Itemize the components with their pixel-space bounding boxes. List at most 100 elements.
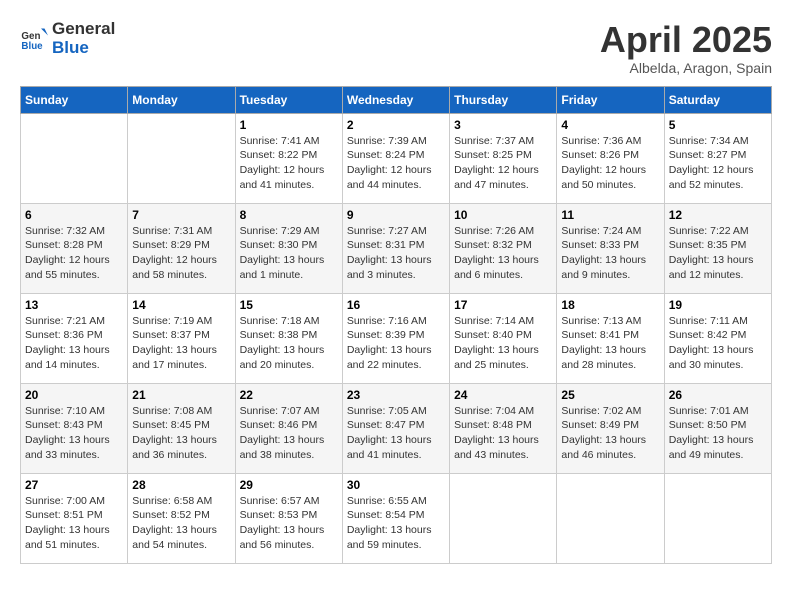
day-content: Sunrise: 7:24 AM Sunset: 8:33 PM Dayligh… <box>561 224 659 283</box>
day-number: 9 <box>347 208 445 222</box>
header-monday: Monday <box>128 86 235 113</box>
table-cell <box>21 113 128 203</box>
header-sunday: Sunday <box>21 86 128 113</box>
table-cell: 25Sunrise: 7:02 AM Sunset: 8:49 PM Dayli… <box>557 383 664 473</box>
table-cell: 13 Sunrise: 7:21 AM Sunset: 8:36 PM Dayli… <box>21 293 128 383</box>
svg-text:Blue: Blue <box>21 40 43 51</box>
week-row-4: 20 Sunrise: 7:10 AM Sunset: 8:43 PM Dayli… <box>21 383 772 473</box>
table-cell: 7 Sunrise: 7:31 AM Sunset: 8:29 PM Daylig… <box>128 203 235 293</box>
table-cell: 6Sunrise: 7:32 AM Sunset: 8:28 PM Daylig… <box>21 203 128 293</box>
day-number: 27 <box>25 478 123 492</box>
table-cell <box>450 473 557 563</box>
day-number: 18 <box>561 298 659 312</box>
day-content: Sunrise: 7:27 AM Sunset: 8:31 PM Dayligh… <box>347 224 445 283</box>
day-number: 12 <box>669 208 767 222</box>
logo-general: General <box>52 20 115 39</box>
day-content: Sunrise: 7:08 AM Sunset: 8:45 PM Dayligh… <box>132 404 230 463</box>
header-row: SundayMondayTuesdayWednesdayThursdayFrid… <box>21 86 772 113</box>
header-wednesday: Wednesday <box>342 86 449 113</box>
table-cell: 24 Sunrise: 7:04 AM Sunset: 8:48 PM Dayli… <box>450 383 557 473</box>
day-number: 24 <box>454 388 552 402</box>
day-number: 26 <box>669 388 767 402</box>
table-cell <box>128 113 235 203</box>
day-content: Sunrise: 7:34 AM Sunset: 8:27 PM Dayligh… <box>669 134 767 193</box>
day-number: 14 <box>132 298 230 312</box>
day-number: 21 <box>132 388 230 402</box>
day-content: Sunrise: 6:58 AM Sunset: 8:52 PM Dayligh… <box>132 494 230 553</box>
week-row-3: 13 Sunrise: 7:21 AM Sunset: 8:36 PM Dayli… <box>21 293 772 383</box>
day-number: 10 <box>454 208 552 222</box>
day-number: 5 <box>669 118 767 132</box>
day-number: 23 <box>347 388 445 402</box>
day-content: Sunrise: 7:10 AM Sunset: 8:43 PM Dayligh… <box>25 404 123 463</box>
day-number: 29 <box>240 478 338 492</box>
table-cell: 18 Sunrise: 7:13 AM Sunset: 8:41 PM Dayli… <box>557 293 664 383</box>
logo: Gen Blue General Blue <box>20 20 115 57</box>
day-content: Sunrise: 7:11 AM Sunset: 8:42 PM Dayligh… <box>669 314 767 373</box>
table-cell: 20 Sunrise: 7:10 AM Sunset: 8:43 PM Dayli… <box>21 383 128 473</box>
day-number: 20 <box>25 388 123 402</box>
day-number: 19 <box>669 298 767 312</box>
day-number: 6 <box>25 208 123 222</box>
table-cell: 21 Sunrise: 7:08 AM Sunset: 8:45 PM Dayli… <box>128 383 235 473</box>
table-cell: 4 Sunrise: 7:36 AM Sunset: 8:26 PM Daylig… <box>557 113 664 203</box>
header-tuesday: Tuesday <box>235 86 342 113</box>
table-cell: 19 Sunrise: 7:11 AM Sunset: 8:42 PM Dayli… <box>664 293 771 383</box>
day-content: Sunrise: 7:05 AM Sunset: 8:47 PM Dayligh… <box>347 404 445 463</box>
table-cell: 3 Sunrise: 7:37 AM Sunset: 8:25 PM Daylig… <box>450 113 557 203</box>
day-number: 7 <box>132 208 230 222</box>
day-number: 1 <box>240 118 338 132</box>
table-cell: 27 Sunrise: 7:00 AM Sunset: 8:51 PM Dayli… <box>21 473 128 563</box>
title-area: April 2025 Albelda, Aragon, Spain <box>600 20 772 76</box>
table-cell <box>664 473 771 563</box>
week-row-5: 27 Sunrise: 7:00 AM Sunset: 8:51 PM Dayli… <box>21 473 772 563</box>
week-row-2: 6Sunrise: 7:32 AM Sunset: 8:28 PM Daylig… <box>21 203 772 293</box>
day-content: Sunrise: 7:13 AM Sunset: 8:41 PM Dayligh… <box>561 314 659 373</box>
calendar-table: SundayMondayTuesdayWednesdayThursdayFrid… <box>20 86 772 564</box>
calendar-subtitle: Albelda, Aragon, Spain <box>600 60 772 76</box>
week-row-1: 1 Sunrise: 7:41 AM Sunset: 8:22 PM Daylig… <box>21 113 772 203</box>
day-number: 11 <box>561 208 659 222</box>
table-cell: 9 Sunrise: 7:27 AM Sunset: 8:31 PM Daylig… <box>342 203 449 293</box>
day-content: Sunrise: 6:57 AM Sunset: 8:53 PM Dayligh… <box>240 494 338 553</box>
day-number: 3 <box>454 118 552 132</box>
day-number: 25 <box>561 388 659 402</box>
day-content: Sunrise: 7:39 AM Sunset: 8:24 PM Dayligh… <box>347 134 445 193</box>
table-cell: 15Sunrise: 7:18 AM Sunset: 8:38 PM Dayli… <box>235 293 342 383</box>
table-cell <box>557 473 664 563</box>
table-cell: 30Sunrise: 6:55 AM Sunset: 8:54 PM Dayli… <box>342 473 449 563</box>
table-cell: 11 Sunrise: 7:24 AM Sunset: 8:33 PM Dayli… <box>557 203 664 293</box>
table-cell: 2 Sunrise: 7:39 AM Sunset: 8:24 PM Daylig… <box>342 113 449 203</box>
logo-icon: Gen Blue <box>20 25 48 53</box>
day-number: 2 <box>347 118 445 132</box>
day-number: 22 <box>240 388 338 402</box>
day-content: Sunrise: 7:04 AM Sunset: 8:48 PM Dayligh… <box>454 404 552 463</box>
day-content: Sunrise: 7:21 AM Sunset: 8:36 PM Dayligh… <box>25 314 123 373</box>
day-content: Sunrise: 7:41 AM Sunset: 8:22 PM Dayligh… <box>240 134 338 193</box>
day-content: Sunrise: 7:19 AM Sunset: 8:37 PM Dayligh… <box>132 314 230 373</box>
day-content: Sunrise: 7:18 AM Sunset: 8:38 PM Dayligh… <box>240 314 338 373</box>
day-content: Sunrise: 7:29 AM Sunset: 8:30 PM Dayligh… <box>240 224 338 283</box>
table-cell: 17Sunrise: 7:14 AM Sunset: 8:40 PM Dayli… <box>450 293 557 383</box>
day-number: 4 <box>561 118 659 132</box>
table-cell: 16Sunrise: 7:16 AM Sunset: 8:39 PM Dayli… <box>342 293 449 383</box>
day-number: 28 <box>132 478 230 492</box>
day-number: 13 <box>25 298 123 312</box>
header-friday: Friday <box>557 86 664 113</box>
table-cell: 1 Sunrise: 7:41 AM Sunset: 8:22 PM Daylig… <box>235 113 342 203</box>
table-cell: 8 Sunrise: 7:29 AM Sunset: 8:30 PM Daylig… <box>235 203 342 293</box>
logo-blue: Blue <box>52 39 115 58</box>
day-content: Sunrise: 7:37 AM Sunset: 8:25 PM Dayligh… <box>454 134 552 193</box>
day-content: Sunrise: 6:55 AM Sunset: 8:54 PM Dayligh… <box>347 494 445 553</box>
table-cell: 14 Sunrise: 7:19 AM Sunset: 8:37 PM Dayli… <box>128 293 235 383</box>
day-content: Sunrise: 7:36 AM Sunset: 8:26 PM Dayligh… <box>561 134 659 193</box>
table-cell: 29 Sunrise: 6:57 AM Sunset: 8:53 PM Dayli… <box>235 473 342 563</box>
day-content: Sunrise: 7:31 AM Sunset: 8:29 PM Dayligh… <box>132 224 230 283</box>
table-cell: 26Sunrise: 7:01 AM Sunset: 8:50 PM Dayli… <box>664 383 771 473</box>
day-content: Sunrise: 7:07 AM Sunset: 8:46 PM Dayligh… <box>240 404 338 463</box>
day-number: 16 <box>347 298 445 312</box>
day-number: 8 <box>240 208 338 222</box>
table-cell: 5 Sunrise: 7:34 AM Sunset: 8:27 PM Daylig… <box>664 113 771 203</box>
table-cell: 22 Sunrise: 7:07 AM Sunset: 8:46 PM Dayli… <box>235 383 342 473</box>
day-content: Sunrise: 7:00 AM Sunset: 8:51 PM Dayligh… <box>25 494 123 553</box>
